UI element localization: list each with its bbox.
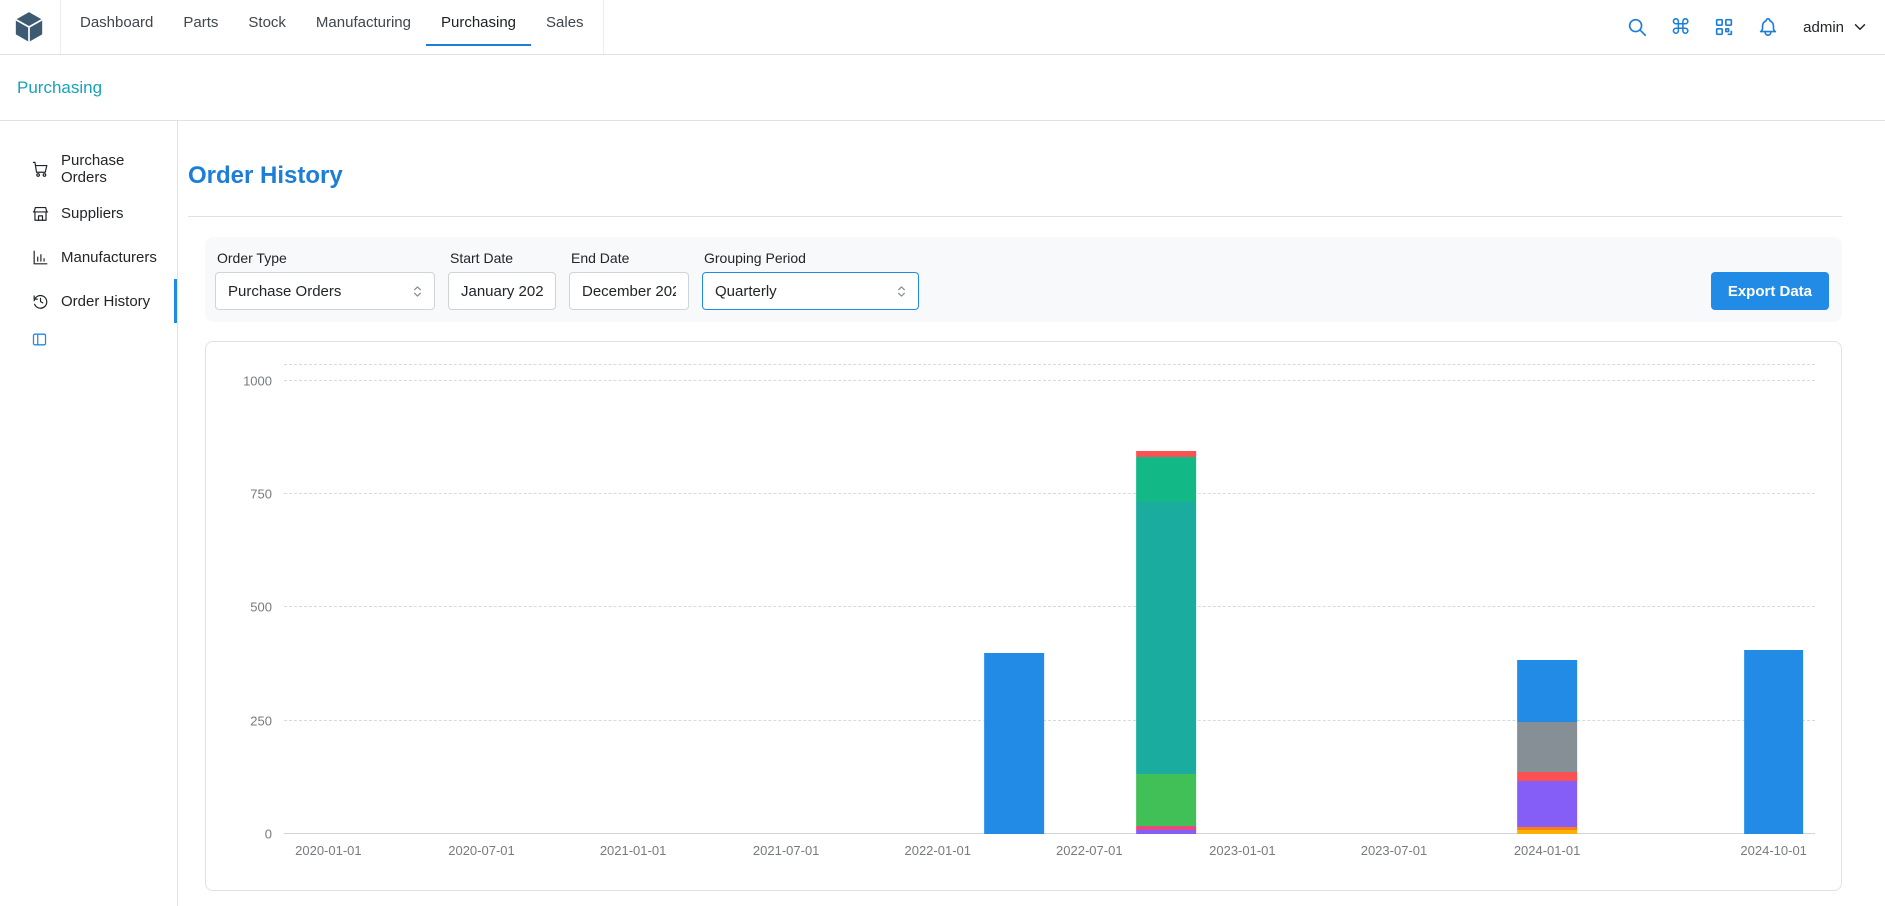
collapse-sidebar-icon[interactable] <box>31 331 48 348</box>
app-logo-icon[interactable] <box>12 10 46 44</box>
end-date-field: End Date <box>569 250 689 310</box>
chevron-up-down-icon <box>893 283 910 300</box>
x-axis-tick-label: 2021-07-01 <box>753 843 820 858</box>
gridline-y-1000 <box>284 380 1815 381</box>
user-menu[interactable]: admin <box>1803 18 1869 36</box>
chart-bar-0[interactable] <box>984 365 1044 834</box>
store-icon <box>31 204 50 223</box>
bar-segment <box>1744 650 1804 834</box>
tab-parts[interactable]: Parts <box>168 0 233 46</box>
bar-segment <box>984 653 1044 834</box>
bar-segment <box>1136 502 1196 774</box>
shopping-cart-icon <box>31 160 50 179</box>
tab-dashboard[interactable]: Dashboard <box>65 0 168 46</box>
breadcrumb-purchasing[interactable]: Purchasing <box>17 78 102 98</box>
gridline-y-0 <box>284 833 1815 834</box>
sidebar-item-label: Manufacturers <box>61 249 157 266</box>
end-date-input[interactable] <box>569 272 689 310</box>
filter-panel: Order Type Purchase Orders Start Date En… <box>205 237 1842 322</box>
bar-chart-icon <box>31 248 50 267</box>
bar-segment <box>1517 772 1577 781</box>
bar-segment <box>1517 830 1577 834</box>
sidebar-item-label: Order History <box>61 293 150 310</box>
x-axis-tick-label: 2024-10-01 <box>1740 843 1807 858</box>
y-axis-tick-label: 750 <box>250 487 272 502</box>
grouping-period-field: Grouping Period Quarterly <box>702 250 919 310</box>
purchasing-sidebar: Purchase Orders Suppliers Manufacturers … <box>0 121 178 906</box>
x-axis-tick-label: 2024-01-01 <box>1514 843 1581 858</box>
username-label: admin <box>1803 19 1844 36</box>
chart-plot: 025050075010002020-01-012020-07-012021-0… <box>284 364 1815 834</box>
sidebar-item-label: Suppliers <box>61 205 124 222</box>
chart-bar-2[interactable] <box>1517 365 1577 834</box>
qr-code-icon[interactable] <box>1713 16 1735 38</box>
end-date-label: End Date <box>571 250 689 266</box>
grouping-period-select[interactable]: Quarterly <box>702 272 919 310</box>
x-axis-tick-label: 2021-01-01 <box>600 843 667 858</box>
gridline-y-500 <box>284 606 1815 607</box>
bar-segment <box>1517 781 1577 826</box>
tab-stock[interactable]: Stock <box>233 0 301 46</box>
order-history-chart-panel: 0 250 500 750 1000 2020-01-01 2020-07-01 2021-0… <box>205 341 1842 891</box>
gridline-y-750 <box>284 493 1815 494</box>
breadcrumb: Purchasing <box>0 55 1885 121</box>
grouping-period-value: Quarterly <box>715 283 777 300</box>
notifications-bell-icon[interactable] <box>1757 16 1779 38</box>
chevron-up-down-icon <box>409 283 426 300</box>
sidebar-item-purchase-orders[interactable]: Purchase Orders <box>0 147 177 191</box>
start-date-label: Start Date <box>450 250 556 266</box>
gridline-y-250 <box>284 720 1815 721</box>
page-title: Order History <box>188 162 1842 190</box>
tab-purchasing[interactable]: Purchasing <box>426 0 531 46</box>
x-axis-tick-label: 2022-07-01 <box>1056 843 1123 858</box>
chart-bar-1[interactable] <box>1136 365 1196 834</box>
divider <box>188 216 1842 217</box>
tab-sales[interactable]: Sales <box>531 0 599 46</box>
order-type-value: Purchase Orders <box>228 283 341 300</box>
order-type-label: Order Type <box>217 250 435 266</box>
main-nav-tabs: Dashboard Parts Stock Manufacturing Purc… <box>60 0 604 54</box>
bar-segment <box>1517 660 1577 721</box>
grouping-period-label: Grouping Period <box>704 250 919 266</box>
y-axis-tick-label: 1000 <box>243 373 272 388</box>
x-axis-tick-label: 2023-07-01 <box>1361 843 1428 858</box>
x-axis-tick-label: 2020-01-01 <box>295 843 362 858</box>
chevron-down-icon <box>1851 18 1869 36</box>
x-axis-tick-label: 2023-01-01 <box>1209 843 1276 858</box>
history-clock-icon <box>31 292 50 311</box>
bar-segment <box>1136 830 1196 834</box>
y-axis-tick-label: 500 <box>250 600 272 615</box>
start-date-field: Start Date <box>448 250 556 310</box>
top-navbar: Dashboard Parts Stock Manufacturing Purc… <box>0 0 1885 55</box>
navbar-actions: ⌘ admin <box>1626 0 1869 54</box>
sidebar-item-order-history[interactable]: Order History <box>0 279 177 323</box>
sidebar-item-label: Purchase Orders <box>61 152 174 186</box>
sidebar-item-manufacturers[interactable]: Manufacturers <box>0 235 177 279</box>
y-axis-tick-label: 0 <box>265 827 272 842</box>
order-type-field: Order Type Purchase Orders <box>215 250 435 310</box>
sidebar-item-suppliers[interactable]: Suppliers <box>0 191 177 235</box>
command-icon[interactable]: ⌘ <box>1670 17 1691 38</box>
content-area: Purchase Orders Suppliers Manufacturers … <box>0 121 1885 906</box>
bar-segment <box>1517 722 1577 773</box>
main-panel: Order History Order Type Purchase Orders… <box>178 121 1885 906</box>
order-type-select[interactable]: Purchase Orders <box>215 272 435 310</box>
bar-segment <box>1136 774 1196 826</box>
x-axis-tick-label: 2022-01-01 <box>904 843 971 858</box>
export-data-button[interactable]: Export Data <box>1711 272 1829 310</box>
app-window: Dashboard Parts Stock Manufacturing Purc… <box>0 0 1885 906</box>
bar-segment <box>1136 457 1196 502</box>
start-date-input[interactable] <box>448 272 556 310</box>
chart-bar-3[interactable] <box>1744 365 1804 834</box>
search-icon[interactable] <box>1626 16 1648 38</box>
tab-manufacturing[interactable]: Manufacturing <box>301 0 426 46</box>
y-axis-tick-label: 250 <box>250 713 272 728</box>
x-axis-tick-label: 2020-07-01 <box>448 843 515 858</box>
